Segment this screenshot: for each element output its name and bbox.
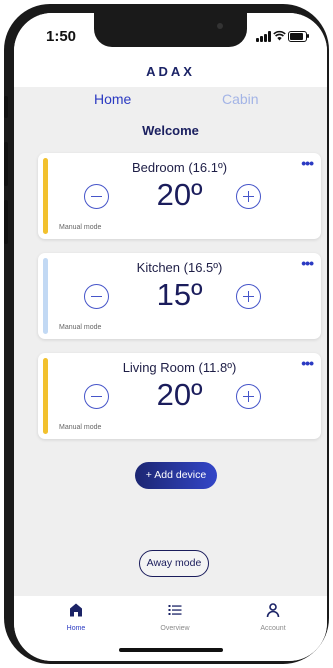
tab-home[interactable]: Home bbox=[94, 91, 131, 107]
nav-home-label: Home bbox=[66, 625, 86, 632]
device-card-living-room[interactable]: Living Room (11.8º) ••• 20º Manual mode bbox=[38, 353, 321, 439]
volume-down-button bbox=[4, 200, 8, 244]
status-bar: 1:50 bbox=[14, 13, 327, 57]
more-options-icon[interactable]: ••• bbox=[301, 255, 314, 271]
nav-home[interactable]: Home bbox=[46, 602, 106, 632]
increase-temperature-button[interactable] bbox=[236, 284, 261, 309]
more-options-icon[interactable]: ••• bbox=[301, 155, 314, 171]
battery-icon bbox=[288, 31, 307, 42]
device-title: Living Room (11.8º) bbox=[122, 360, 237, 375]
adax-logo: ADAX bbox=[146, 64, 195, 79]
battery-tip bbox=[307, 34, 309, 38]
list-icon bbox=[168, 605, 182, 615]
header-bar: ADAX bbox=[14, 57, 327, 87]
device-card-bedroom[interactable]: Bedroom (16.1º) ••• 20º Manual mode bbox=[38, 153, 321, 239]
app-screen: 1:50 ADAX Home Cabin Welcome Bedroom (16… bbox=[14, 13, 327, 661]
target-temperature: 20º bbox=[156, 377, 203, 412]
status-icons bbox=[256, 30, 309, 42]
device-mode: Manual mode bbox=[59, 424, 102, 431]
device-title: Kitchen (16.5º) bbox=[136, 260, 223, 275]
phone-frame: 1:50 ADAX Home Cabin Welcome Bedroom (16… bbox=[4, 4, 329, 664]
nav-account-label: Account bbox=[260, 625, 286, 632]
location-tabs: Home Cabin bbox=[14, 91, 327, 111]
camera-icon bbox=[217, 23, 223, 29]
device-mode: Manual mode bbox=[59, 224, 102, 231]
notch bbox=[94, 13, 247, 47]
add-device-button[interactable]: + Add device bbox=[135, 462, 217, 489]
tab-cabin[interactable]: Cabin bbox=[222, 91, 259, 107]
more-options-icon[interactable]: ••• bbox=[301, 355, 314, 371]
wifi-icon bbox=[273, 30, 286, 41]
volume-up-button bbox=[4, 142, 8, 186]
increase-temperature-button[interactable] bbox=[236, 384, 261, 409]
home-indicator bbox=[119, 648, 223, 652]
away-mode-button[interactable]: Away mode bbox=[139, 550, 209, 577]
mute-switch bbox=[4, 96, 8, 118]
status-time: 1:50 bbox=[46, 28, 77, 45]
nav-overview[interactable]: Overview bbox=[145, 602, 205, 632]
nav-overview-label: Overview bbox=[160, 625, 190, 632]
nav-account[interactable]: Account bbox=[243, 602, 303, 632]
increase-temperature-button[interactable] bbox=[236, 184, 261, 209]
home-icon bbox=[70, 603, 82, 617]
welcome-heading: Welcome bbox=[142, 123, 199, 138]
target-temperature: 15º bbox=[156, 277, 203, 312]
device-card-kitchen[interactable]: Kitchen (16.5º) ••• 15º Manual mode bbox=[38, 253, 321, 339]
account-icon bbox=[266, 603, 280, 618]
device-title: Bedroom (16.1º) bbox=[131, 160, 228, 175]
target-temperature: 20º bbox=[156, 177, 203, 212]
device-mode: Manual mode bbox=[59, 324, 102, 331]
